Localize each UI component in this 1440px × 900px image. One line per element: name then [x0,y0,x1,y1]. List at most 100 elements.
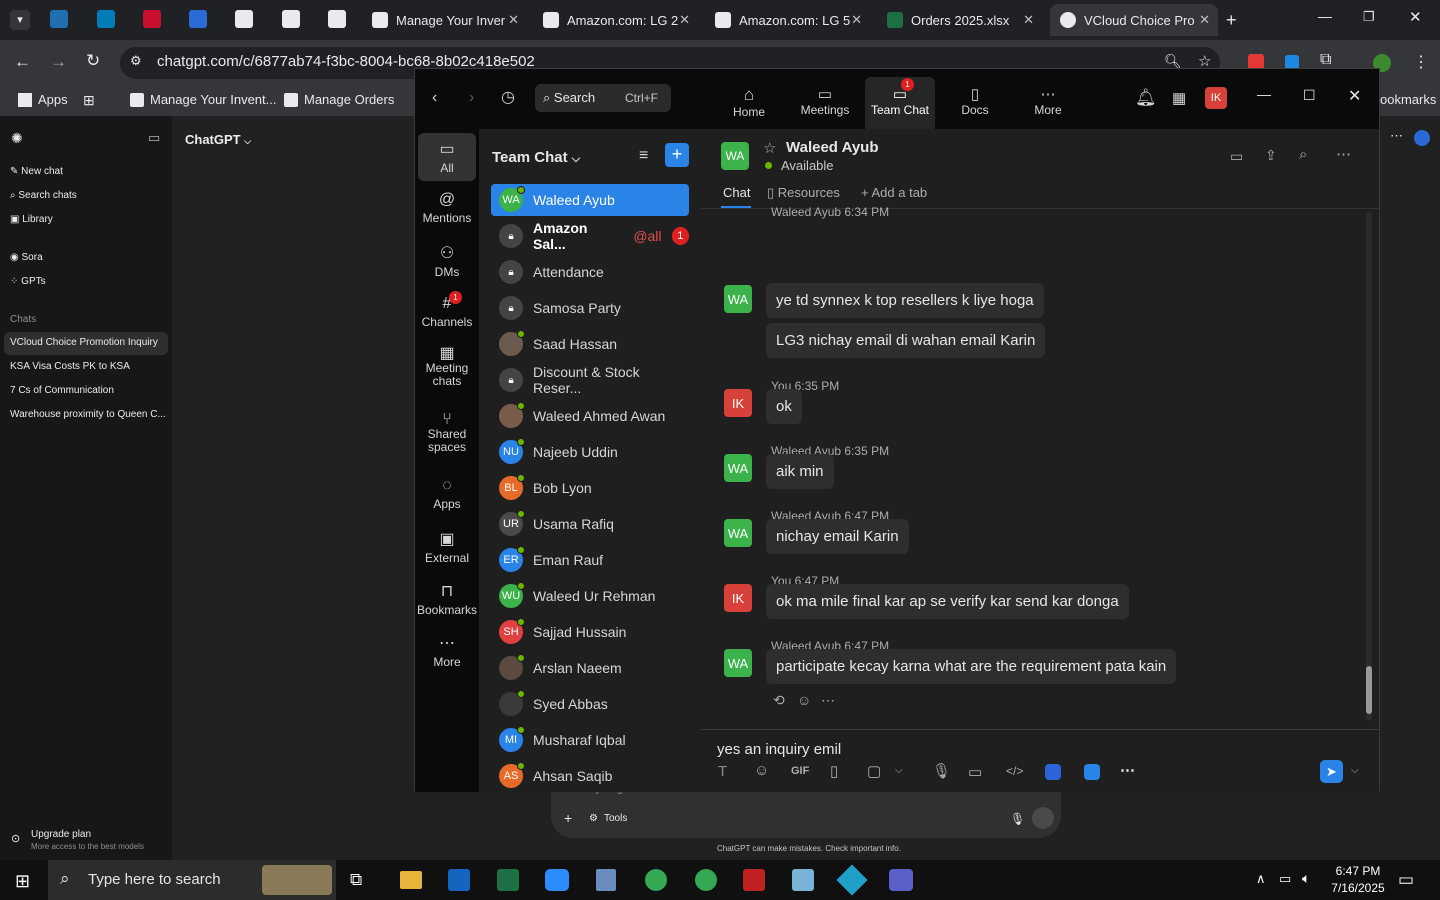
close-icon[interactable]: ✕ [508,12,519,28]
contact-item[interactable]: BL Bob Lyon [491,472,689,504]
message-bubble[interactable]: aik min [766,454,834,489]
new-chat-button[interactable]: ✎ New chat [10,166,63,177]
profile-avatar[interactable]: IK [1205,87,1227,109]
minimize-icon[interactable]: — [1257,86,1271,102]
rail-item-apps[interactable]: ◌ Apps [417,477,477,511]
tab-amazon-lg-2[interactable]: Amazon.com: LG 2 ✕ [533,4,698,36]
mic-icon[interactable]: 🎙︎ [1010,812,1025,826]
openai-logo-icon[interactable]: ✺ [11,130,23,147]
screenshot-icon[interactable]: ▢ [867,762,881,780]
contact-item[interactable]: WU Waleed Ur Rehman [491,580,689,612]
sidebar-toggle-icon[interactable]: ▭ [148,130,160,146]
close-icon[interactable]: ✕ [851,12,862,28]
scrollbar-thumb[interactable] [1366,666,1372,714]
new-tab-button[interactable]: + [1226,10,1237,31]
contact-item[interactable]: UR Usama Rafiq [491,508,689,540]
message-bubble[interactable]: ok ma mile final kar ap se verify kar se… [766,584,1129,619]
chatgpt-composer[interactable]: Ask anything + ⚙ Tools 🎙︎ [551,784,1061,838]
code-snippet-icon[interactable]: </> [1006,764,1023,778]
bookmark-manage-inventory[interactable]: Manage Your Invent... [130,92,276,107]
contact-item[interactable]: AS Ahsan Saqib [491,760,689,792]
notepad-icon[interactable] [792,869,814,891]
g-icon[interactable] [143,10,161,28]
history-icon[interactable]: ◷ [501,87,515,107]
app-icon[interactable] [1084,764,1100,780]
contact-item[interactable]: Arslan Naeem [491,652,689,684]
extensions-puzzle-icon[interactable]: ⧉ [1320,51,1331,69]
more-options-icon[interactable]: ⋯ [1336,145,1351,163]
tab-orders-xlsx[interactable]: Orders 2025.xlsx ✕ [877,4,1042,36]
contact-item[interactable]: SH Sajjad Hussain [491,616,689,648]
message-bubble[interactable]: nichay email Karin [766,519,909,554]
tab-resources[interactable]: ▯ Resources [767,185,840,201]
nav-docs[interactable]: ▯ Docs [945,85,1005,117]
sheets-icon[interactable] [189,10,207,28]
filter-icon[interactable]: ≡ [639,147,648,165]
forward-icon[interactable]: › [469,89,474,107]
rail-item-bookmarks[interactable]: ⊓ Bookmarks [417,581,477,617]
volume-icon[interactable]: 🔈︎ [1302,870,1310,887]
back-icon[interactable]: ← [14,52,31,72]
message-bubble[interactable]: LG3 nichay email di wahan email Karin [766,323,1046,358]
gpts-button[interactable]: ⁘ GPTs [10,276,46,287]
contact-item[interactable]: 🔒︎ Amazon Sal... @all 1 [491,220,689,252]
account-icon[interactable] [1414,130,1430,146]
list-title[interactable]: Team Chat ⌵ [492,149,580,166]
close-icon[interactable]: ✕ [1348,86,1361,106]
contact-item[interactable]: Waleed Ahmed Awan [491,400,689,432]
more-actions-icon[interactable]: ⋯ [821,692,835,709]
forward-icon[interactable]: → [50,52,67,72]
rail-item-meeting-chats[interactable]: ▦ Meeting chats [417,346,477,388]
outlook-icon[interactable] [448,869,470,891]
send-options-icon[interactable]: ⌵ [1351,765,1359,776]
chrome-icon[interactable] [645,869,667,891]
site-info-icon[interactable]: ⚙ [130,53,142,69]
contact-item[interactable]: Saad Hassan [491,328,689,360]
message-bubble[interactable]: ok [766,389,802,424]
reload-icon[interactable]: ↻ [86,51,100,71]
amazon-icon[interactable] [235,10,253,28]
bookmark-grid[interactable]: ⊞ [83,92,95,109]
tab-add[interactable]: + Add a tab [861,185,927,200]
nav-more[interactable]: ⋯ More [1018,85,1078,117]
tab-manage-inventory[interactable]: Manage Your Inver ✕ [362,4,527,36]
contact-item[interactable]: 🔒︎ Attendance [491,256,689,288]
rail-item-mentions[interactable]: @ Mentions [417,191,477,225]
search-input[interactable]: ⌕ Search Ctrl+F [535,84,671,112]
tab-search-icon[interactable]: ▾ [10,10,30,30]
back-icon[interactable]: ‹ [432,89,437,107]
contact-item[interactable]: 🔒︎ Samosa Party [491,292,689,324]
vcloud-icon[interactable] [836,864,868,896]
sora-button[interactable]: ◉ Sora [10,252,43,263]
file-explorer-icon[interactable] [400,871,422,889]
send-button[interactable]: ➤ [1320,760,1343,783]
all-bookmarks[interactable]: ookmarks [1380,92,1436,107]
task-view-icon[interactable]: ⧉ [350,870,362,890]
library-button[interactable]: ▣ Library [10,214,53,225]
dell-icon[interactable] [97,10,115,28]
rail-item-shared-spaces[interactable]: ⑂ Shared spaces [417,412,477,454]
reply-icon[interactable]: ⟲ [773,692,785,709]
voice-mode-button[interactable] [1032,807,1054,829]
more-options-icon[interactable]: ⋯ [1120,761,1135,779]
chat-item[interactable]: 7 Cs of Communication [10,385,114,396]
maximize-icon[interactable]: ☐ [1303,87,1316,104]
bookmark-apps[interactable]: Apps [18,92,68,107]
gif-icon[interactable]: GIF [791,765,809,777]
amazon-icon[interactable] [282,10,300,28]
teams-icon[interactable] [889,869,913,891]
share-screen-icon[interactable]: ⇪ [1265,147,1277,164]
clock[interactable]: 6:47 PM 7/16/2025 [1325,863,1391,897]
chat-item[interactable]: VCloud Choice Promotion Inquiry [10,337,158,348]
rail-item-dms[interactable]: ⚇ DMs [417,243,477,279]
taskbar-search-input[interactable]: ⌕ Type here to search [48,860,336,900]
contact-item[interactable]: WA Waleed Ayub [491,184,689,216]
message-bubble[interactable]: participate kecay karna what are the req… [766,649,1177,684]
message-input[interactable]: yes an inquiry emil [717,741,841,758]
nav-home[interactable]: ⌂ Home [719,85,779,119]
mic-icon[interactable]: 🎙︎ [932,762,951,780]
notifications-icon[interactable]: ▭ [1398,870,1414,890]
close-icon[interactable]: ✕ [1023,12,1034,28]
zoom-icon[interactable] [545,869,569,891]
contact-item[interactable]: NU Najeeb Uddin [491,436,689,468]
